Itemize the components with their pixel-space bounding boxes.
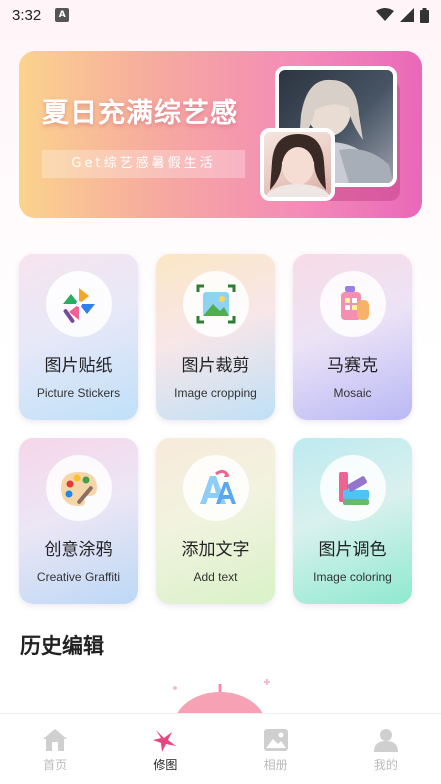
status-time: 3:32 bbox=[12, 6, 42, 24]
nav-profile[interactable]: 我的 bbox=[331, 714, 441, 784]
bottom-nav: 首页 修图 相册 我的 bbox=[0, 713, 441, 784]
album-icon bbox=[263, 729, 288, 751]
battery-icon bbox=[420, 7, 429, 23]
history-section-title: 历史编辑 bbox=[20, 634, 104, 658]
tool-label-en: Creative Graffiti bbox=[36, 570, 121, 584]
banner-title: 夏日充满综艺感 bbox=[42, 98, 238, 129]
nav-home[interactable]: 首页 bbox=[0, 714, 110, 784]
home-icon bbox=[43, 729, 68, 751]
tool-label-en: Image cropping bbox=[174, 386, 257, 400]
nav-edit[interactable]: 修图 bbox=[110, 714, 220, 784]
tool-label-en: Add text bbox=[193, 570, 238, 584]
nav-label: 相册 bbox=[263, 758, 288, 772]
tool-creative-graffiti[interactable]: 创意涂鸦 Creative Graffiti bbox=[19, 438, 138, 604]
paint-palette-icon bbox=[45, 455, 112, 521]
tool-label-en: Mosaic bbox=[333, 386, 372, 400]
mosaic-brush-icon bbox=[319, 271, 386, 337]
pinwheel-icon bbox=[45, 271, 112, 337]
banner-photo-small bbox=[260, 128, 335, 201]
nav-label: 我的 bbox=[373, 758, 398, 772]
tool-label-cn: 图片调色 bbox=[318, 540, 387, 560]
crop-image-icon bbox=[182, 271, 249, 337]
nav-album[interactable]: 相册 bbox=[221, 714, 331, 784]
status-bar: 3:32 A bbox=[0, 0, 441, 30]
tool-image-coloring[interactable]: 图片调色 Image coloring bbox=[293, 438, 412, 604]
tool-image-cropping[interactable]: 图片裁剪 Image cropping bbox=[156, 254, 275, 420]
tool-label-cn: 添加文字 bbox=[181, 540, 250, 560]
tool-add-text[interactable]: 添加文字 Add text bbox=[156, 438, 275, 604]
signal-icon bbox=[400, 8, 414, 22]
nav-label: 修图 bbox=[153, 758, 178, 772]
banner-subtitle: Get综艺感暑假生活 bbox=[42, 150, 245, 178]
edit-star-icon bbox=[153, 730, 177, 752]
tool-label-cn: 马赛克 bbox=[327, 356, 378, 376]
wifi-icon bbox=[376, 8, 394, 21]
nav-label: 首页 bbox=[43, 758, 68, 772]
text-a-icon bbox=[182, 455, 249, 521]
color-adjust-icon bbox=[319, 455, 386, 521]
notification-icon: A bbox=[55, 8, 70, 22]
tool-mosaic[interactable]: 马赛克 Mosaic bbox=[293, 254, 412, 420]
tool-label-cn: 图片贴纸 bbox=[44, 356, 113, 376]
system-icons bbox=[376, 7, 429, 23]
tool-label-cn: 图片裁剪 bbox=[181, 356, 250, 376]
profile-icon bbox=[373, 729, 398, 752]
tool-label-en: Picture Stickers bbox=[36, 386, 121, 400]
tool-label-en: Image coloring bbox=[313, 570, 392, 584]
tool-picture-stickers[interactable]: 图片贴纸 Picture Stickers bbox=[19, 254, 138, 420]
tool-label-cn: 创意涂鸦 bbox=[44, 540, 113, 560]
